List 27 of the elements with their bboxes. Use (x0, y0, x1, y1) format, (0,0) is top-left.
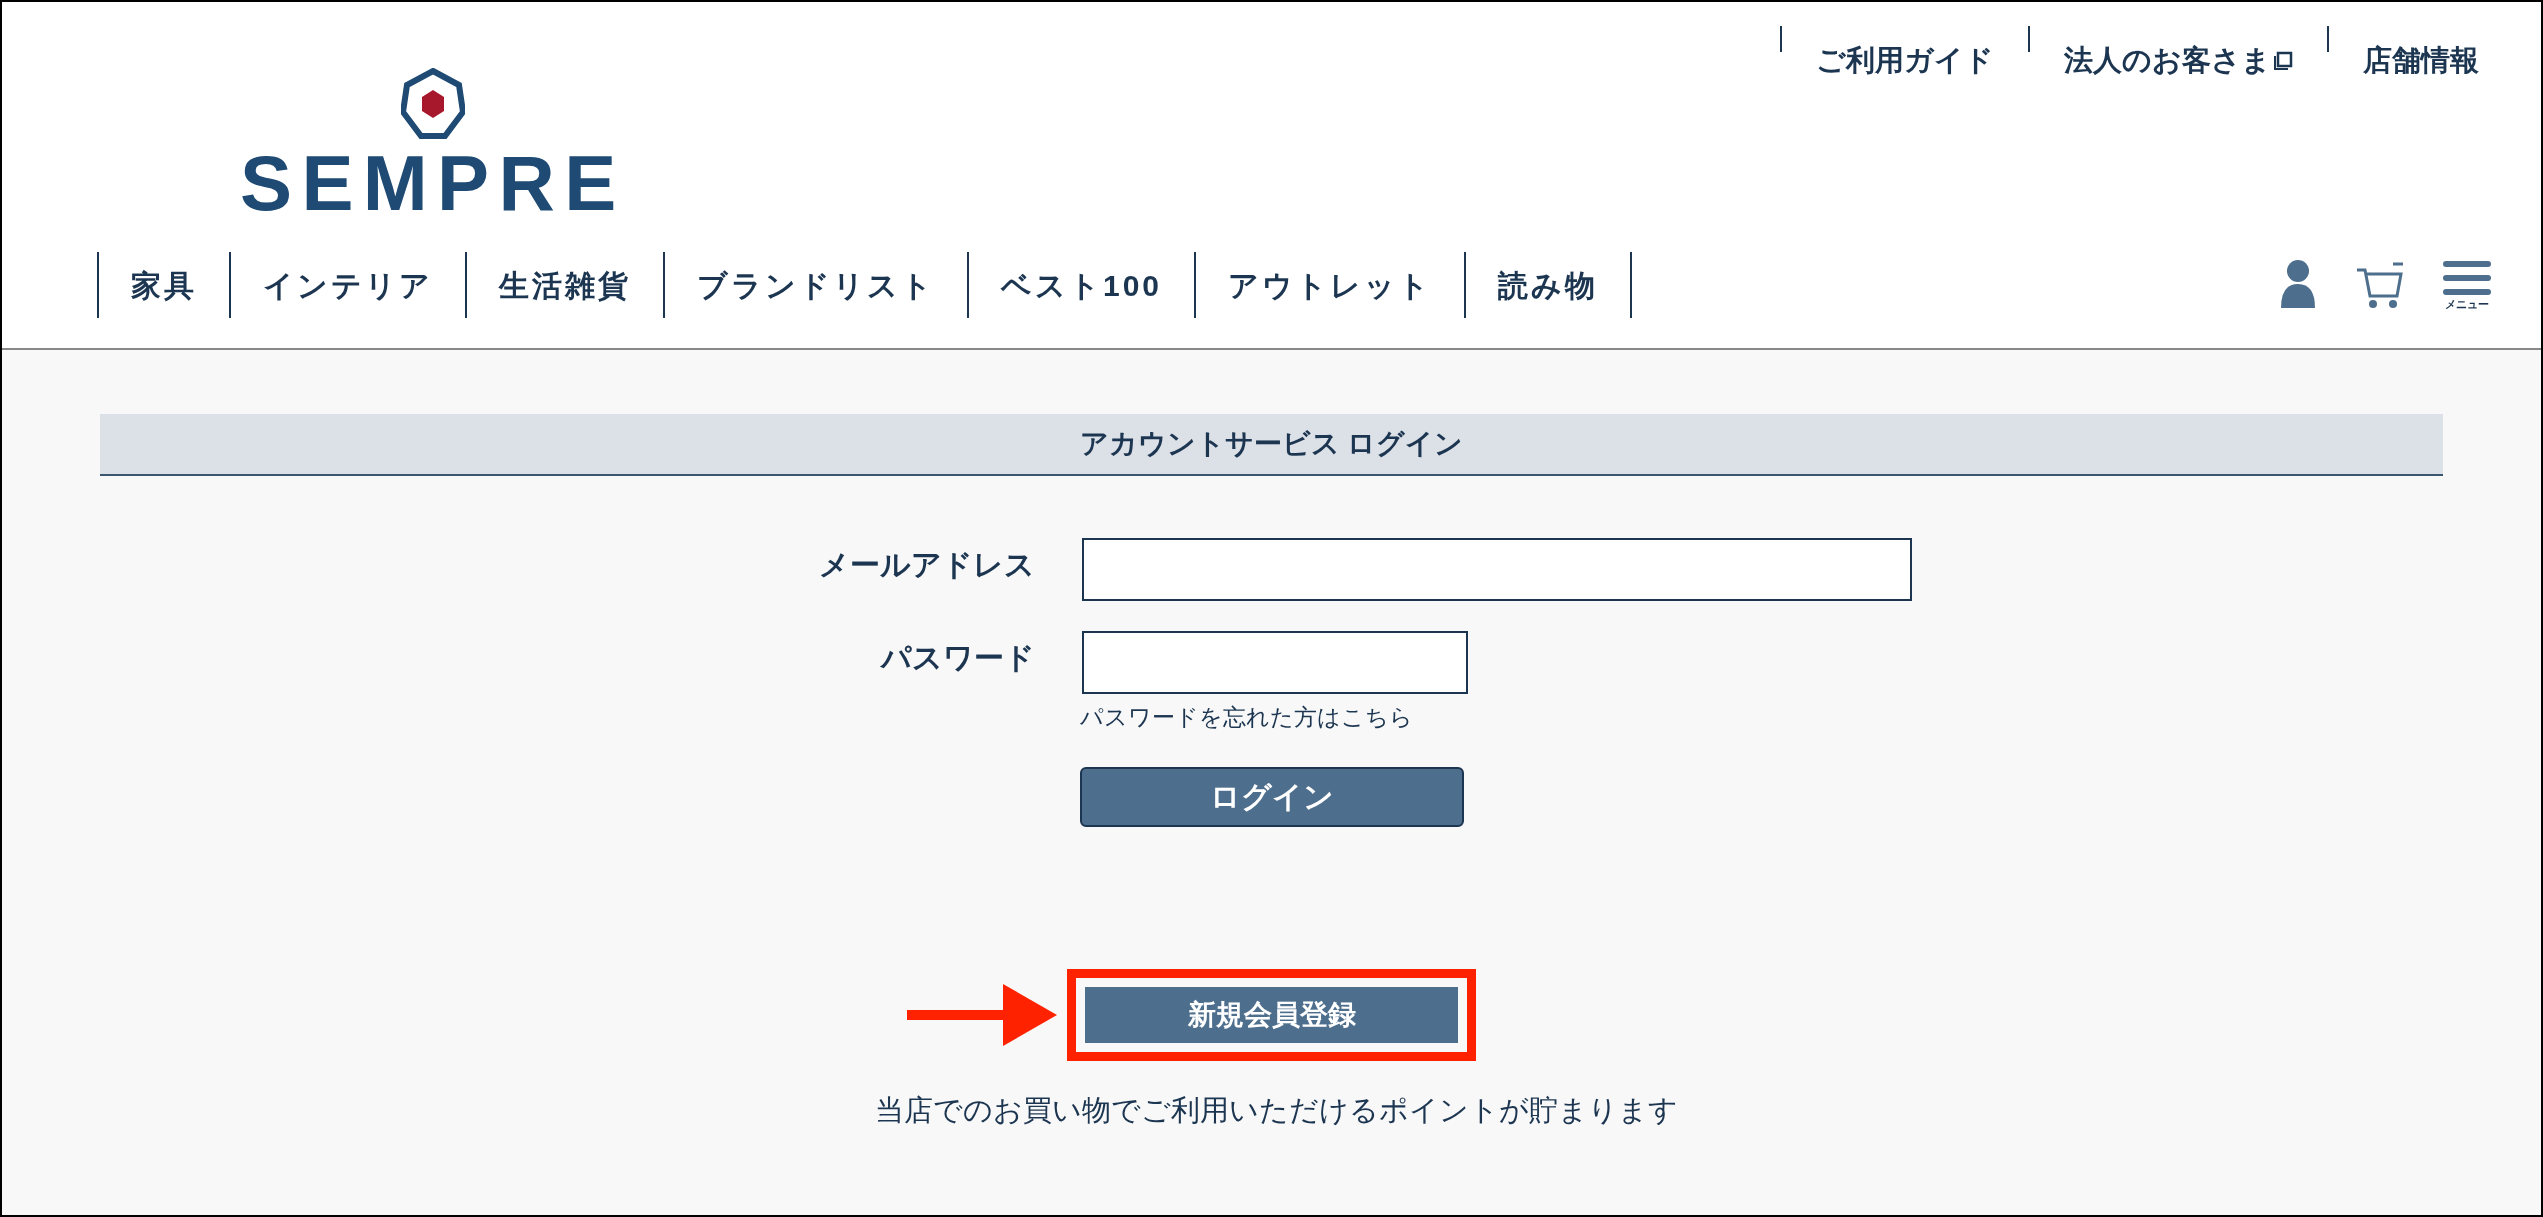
arrow-icon (907, 983, 1057, 1046)
nav-item[interactable]: インテリア (229, 252, 465, 318)
user-icon[interactable] (2279, 258, 2317, 310)
external-window-icon (2273, 51, 2293, 71)
menu-label: メニュー (2445, 299, 2489, 310)
field-label: パスワード (879, 640, 1035, 676)
login-button[interactable]: ログイン (1079, 766, 1464, 827)
input-field[interactable] (1082, 538, 1912, 601)
section-heading: アカウントサービス ログイン (100, 414, 2443, 476)
menu-icon[interactable] (2443, 259, 2491, 297)
header-link[interactable]: 法人のお客さま (2064, 20, 2293, 102)
cart-icon[interactable] (2355, 260, 2405, 310)
nav-item[interactable]: 家具 (97, 252, 229, 318)
nav-item[interactable]: ベスト100 (967, 252, 1195, 318)
register-note: 当店でのお買い物でご利用いただけるポイントが貯まります (875, 1092, 1678, 1128)
register-button[interactable]: 新規会員登録 (1085, 986, 1458, 1043)
logo-wordmark[interactable]: SEMPRE (240, 144, 626, 222)
header-link[interactable]: 店舗情報 (2363, 20, 2479, 102)
nav-item[interactable]: ブランドリスト (663, 252, 967, 318)
field-label: メールアドレス (818, 547, 1035, 583)
input-field[interactable] (1082, 631, 1468, 694)
nav-item[interactable]: 生活雑貨 (465, 252, 663, 318)
forgot-password-link[interactable]: パスワードを忘れた方はこちら (1079, 700, 1413, 735)
header-link[interactable]: ご利用ガイド (1816, 20, 1994, 102)
nav-item[interactable]: アウトレット (1194, 252, 1465, 318)
logo-emblem-icon (400, 68, 465, 140)
nav-item[interactable]: 読み物 (1464, 252, 1633, 318)
